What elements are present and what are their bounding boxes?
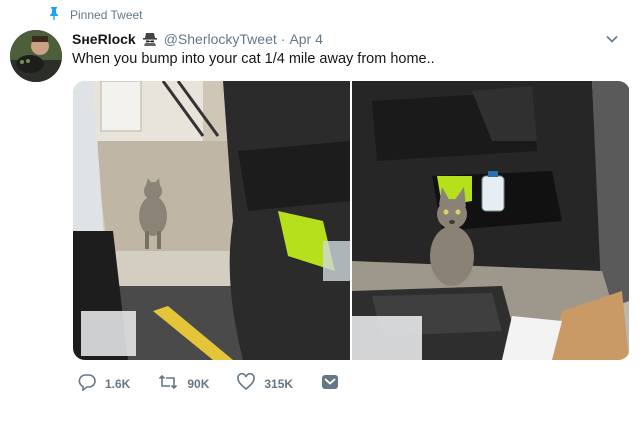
avatar[interactable]	[10, 30, 62, 82]
tweet-date[interactable]: Apr 4	[289, 31, 322, 47]
author-handle[interactable]: @SherlockyTweet	[164, 31, 277, 47]
reply-button[interactable]: 1.6K	[78, 373, 130, 396]
retweet-button[interactable]: 90K	[158, 373, 209, 396]
author-name[interactable]: SʜeRlock	[72, 31, 136, 47]
reply-count: 1.6K	[105, 377, 131, 391]
media-grid	[73, 81, 630, 360]
reply-icon	[78, 373, 96, 396]
heart-icon	[237, 372, 256, 396]
retweet-count: 90K	[187, 377, 210, 391]
pinned-label: Pinned Tweet	[48, 6, 143, 25]
tweet-actions: 1.6K 90K 315K	[78, 372, 339, 396]
envelope-icon	[321, 374, 339, 395]
photo-cat-by-car-door[interactable]	[352, 81, 629, 360]
chevron-down-icon[interactable]	[604, 31, 620, 47]
photo-cat-on-pavement[interactable]	[73, 81, 350, 360]
pin-icon	[48, 6, 60, 25]
spy-icon	[142, 32, 158, 46]
direct-message-button[interactable]	[321, 374, 339, 395]
tweet-text: When you bump into your cat 1/4 mile awa…	[72, 51, 435, 67]
pinned-text: Pinned Tweet	[70, 8, 143, 22]
header-separator: ·	[280, 31, 286, 47]
like-count: 315K	[264, 377, 294, 391]
retweet-icon	[158, 373, 178, 396]
like-button[interactable]: 315K	[237, 372, 294, 396]
tweet-header: SʜeRlock @SherlockyTweet · Apr 4	[72, 29, 620, 49]
